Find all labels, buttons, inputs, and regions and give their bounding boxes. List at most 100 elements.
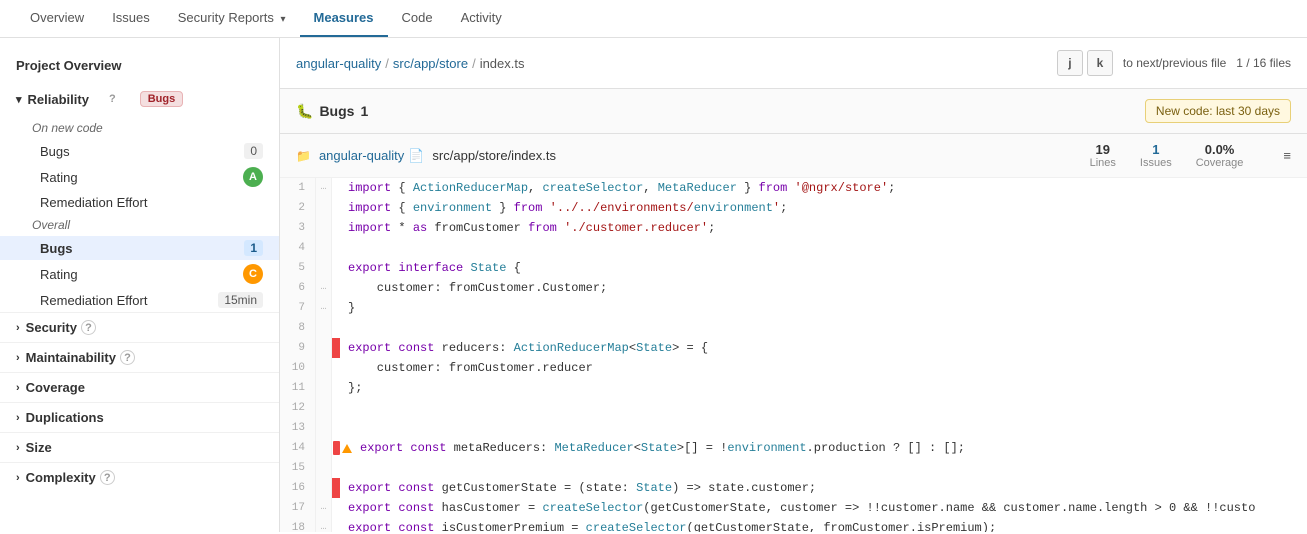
line-dots: …	[316, 498, 332, 518]
main-layout: Project Overview ▾ Reliability ? Bugs On…	[0, 38, 1307, 532]
breadcrumb-sep1: /	[385, 56, 389, 71]
line-dots	[316, 258, 332, 278]
sidebar-section-duplications[interactable]: › Duplications	[0, 402, 279, 432]
code-line: 15	[280, 458, 1307, 478]
on-new-code-label: On new code	[0, 117, 279, 139]
rating-badge-c: C	[243, 264, 263, 284]
line-number: 7	[280, 298, 316, 318]
code-line: 14export const metaReducers: MetaReducer…	[280, 438, 1307, 458]
stat-issues: 1 Issues	[1140, 142, 1172, 169]
sidebar-section-maintainability[interactable]: › Maintainability ?	[0, 342, 279, 372]
bug-warn-marker	[332, 438, 352, 458]
no-marker	[332, 178, 340, 198]
sidebar-item-new-rating[interactable]: Rating A	[0, 163, 279, 191]
line-dots	[316, 338, 332, 358]
reliability-label: Reliability	[28, 92, 89, 107]
sidebar-section-security[interactable]: › Security ?	[0, 312, 279, 342]
code-line: 10 customer: fromCustomer.reducer	[280, 358, 1307, 378]
line-dots	[316, 438, 332, 458]
new-code-badge: New code: last 30 days	[1145, 99, 1291, 123]
code-content: customer: fromCustomer.reducer	[340, 358, 1307, 378]
line-number: 9	[280, 338, 316, 358]
breadcrumb-path[interactable]: src/app/store	[393, 56, 468, 71]
no-marker	[332, 518, 340, 532]
line-dots	[316, 318, 332, 338]
line-dots	[316, 458, 332, 478]
security-label: Security	[26, 320, 77, 335]
bugs-label: Bugs	[319, 103, 354, 119]
sidebar-item-overall-rating[interactable]: Rating C	[0, 260, 279, 288]
code-viewer[interactable]: 1…import { ActionReducerMap, createSelec…	[280, 178, 1307, 532]
code-line: 11};	[280, 378, 1307, 398]
line-dots: …	[316, 178, 332, 198]
code-line: 16export const getCustomerState = (state…	[280, 478, 1307, 498]
overall-label: Overall	[0, 214, 279, 236]
no-marker	[332, 358, 340, 378]
sidebar-item-overall-remediation[interactable]: Remediation Effort 15min	[0, 288, 279, 312]
code-content: import * as fromCustomer from './custome…	[340, 218, 1307, 238]
file-nav-buttons: j k to next/previous file 1 / 16 files	[1057, 50, 1291, 76]
code-content: export const isCustomerPremium = createS…	[340, 518, 1307, 532]
next-file-button[interactable]: k	[1087, 50, 1113, 76]
line-number: 8	[280, 318, 316, 338]
code-content: }	[340, 298, 1307, 318]
nav-label: to next/previous file	[1123, 56, 1226, 70]
rating-badge-a: A	[243, 167, 263, 187]
sidebar-item-new-bugs[interactable]: Bugs 0	[0, 139, 279, 163]
line-dots	[316, 238, 332, 258]
line-number: 12	[280, 398, 316, 418]
file-folder-name[interactable]: angular-quality	[319, 148, 404, 163]
code-line: 6… customer: fromCustomer.Customer;	[280, 278, 1307, 298]
sidebar-section-complexity[interactable]: › Complexity ?	[0, 462, 279, 492]
line-number: 10	[280, 358, 316, 378]
line-number: 18	[280, 518, 316, 532]
bug-marker	[332, 478, 340, 498]
security-help-icon: ?	[81, 320, 96, 335]
coverage-label: Coverage	[1196, 157, 1244, 169]
complexity-help-icon: ?	[100, 470, 115, 485]
no-marker	[332, 218, 340, 238]
no-marker	[332, 378, 340, 398]
bugs-badge: Bugs	[140, 91, 184, 107]
nav-overview[interactable]: Overview	[16, 0, 98, 37]
code-content: export interface State {	[340, 258, 1307, 278]
file-path-sep: 📄	[408, 148, 424, 164]
sidebar: Project Overview ▾ Reliability ? Bugs On…	[0, 38, 280, 532]
nav-issues[interactable]: Issues	[98, 0, 164, 37]
sidebar-item-overall-bugs[interactable]: Bugs 1	[0, 236, 279, 260]
nav-security-reports[interactable]: Security Reports ▾	[164, 0, 300, 37]
chevron-down-icon: ▾	[16, 93, 22, 106]
code-line: 1…import { ActionReducerMap, createSelec…	[280, 178, 1307, 198]
code-content: export const reducers: ActionReducerMap<…	[340, 338, 1307, 358]
sidebar-section-reliability[interactable]: ▾ Reliability ? Bugs	[0, 81, 279, 117]
code-content: export const getCustomerState = (state: …	[340, 478, 1307, 498]
bug-icon: 🐛	[296, 103, 313, 120]
code-content: export const metaReducers: MetaReducer<S…	[352, 438, 1307, 458]
line-dots	[316, 358, 332, 378]
code-line: 13	[280, 418, 1307, 438]
line-number: 3	[280, 218, 316, 238]
prev-file-button[interactable]: j	[1057, 50, 1083, 76]
breadcrumb-file: index.ts	[480, 56, 525, 71]
bug-marker	[332, 338, 340, 358]
line-number: 5	[280, 258, 316, 278]
sidebar-section-size[interactable]: › Size	[0, 432, 279, 462]
nav-measures[interactable]: Measures	[300, 0, 388, 37]
nav-activity[interactable]: Activity	[447, 0, 516, 37]
line-dots: …	[316, 278, 332, 298]
code-content: customer: fromCustomer.Customer;	[340, 278, 1307, 298]
dropdown-arrow-icon: ▾	[280, 14, 285, 25]
sidebar-item-new-remediation[interactable]: Remediation Effort	[0, 191, 279, 214]
code-content	[340, 458, 1307, 478]
code-content: export const hasCustomer = createSelecto…	[340, 498, 1307, 518]
menu-icon[interactable]: ≡	[1283, 148, 1291, 163]
line-dots	[316, 218, 332, 238]
sidebar-section-coverage[interactable]: › Coverage	[0, 372, 279, 402]
nav-code[interactable]: Code	[388, 0, 447, 37]
line-number: 17	[280, 498, 316, 518]
code-line: 2import { environment } from '../../envi…	[280, 198, 1307, 218]
duplications-label: Duplications	[26, 410, 104, 425]
line-dots	[316, 198, 332, 218]
code-line: 5 export interface State {	[280, 258, 1307, 278]
breadcrumb-project[interactable]: angular-quality	[296, 56, 381, 71]
